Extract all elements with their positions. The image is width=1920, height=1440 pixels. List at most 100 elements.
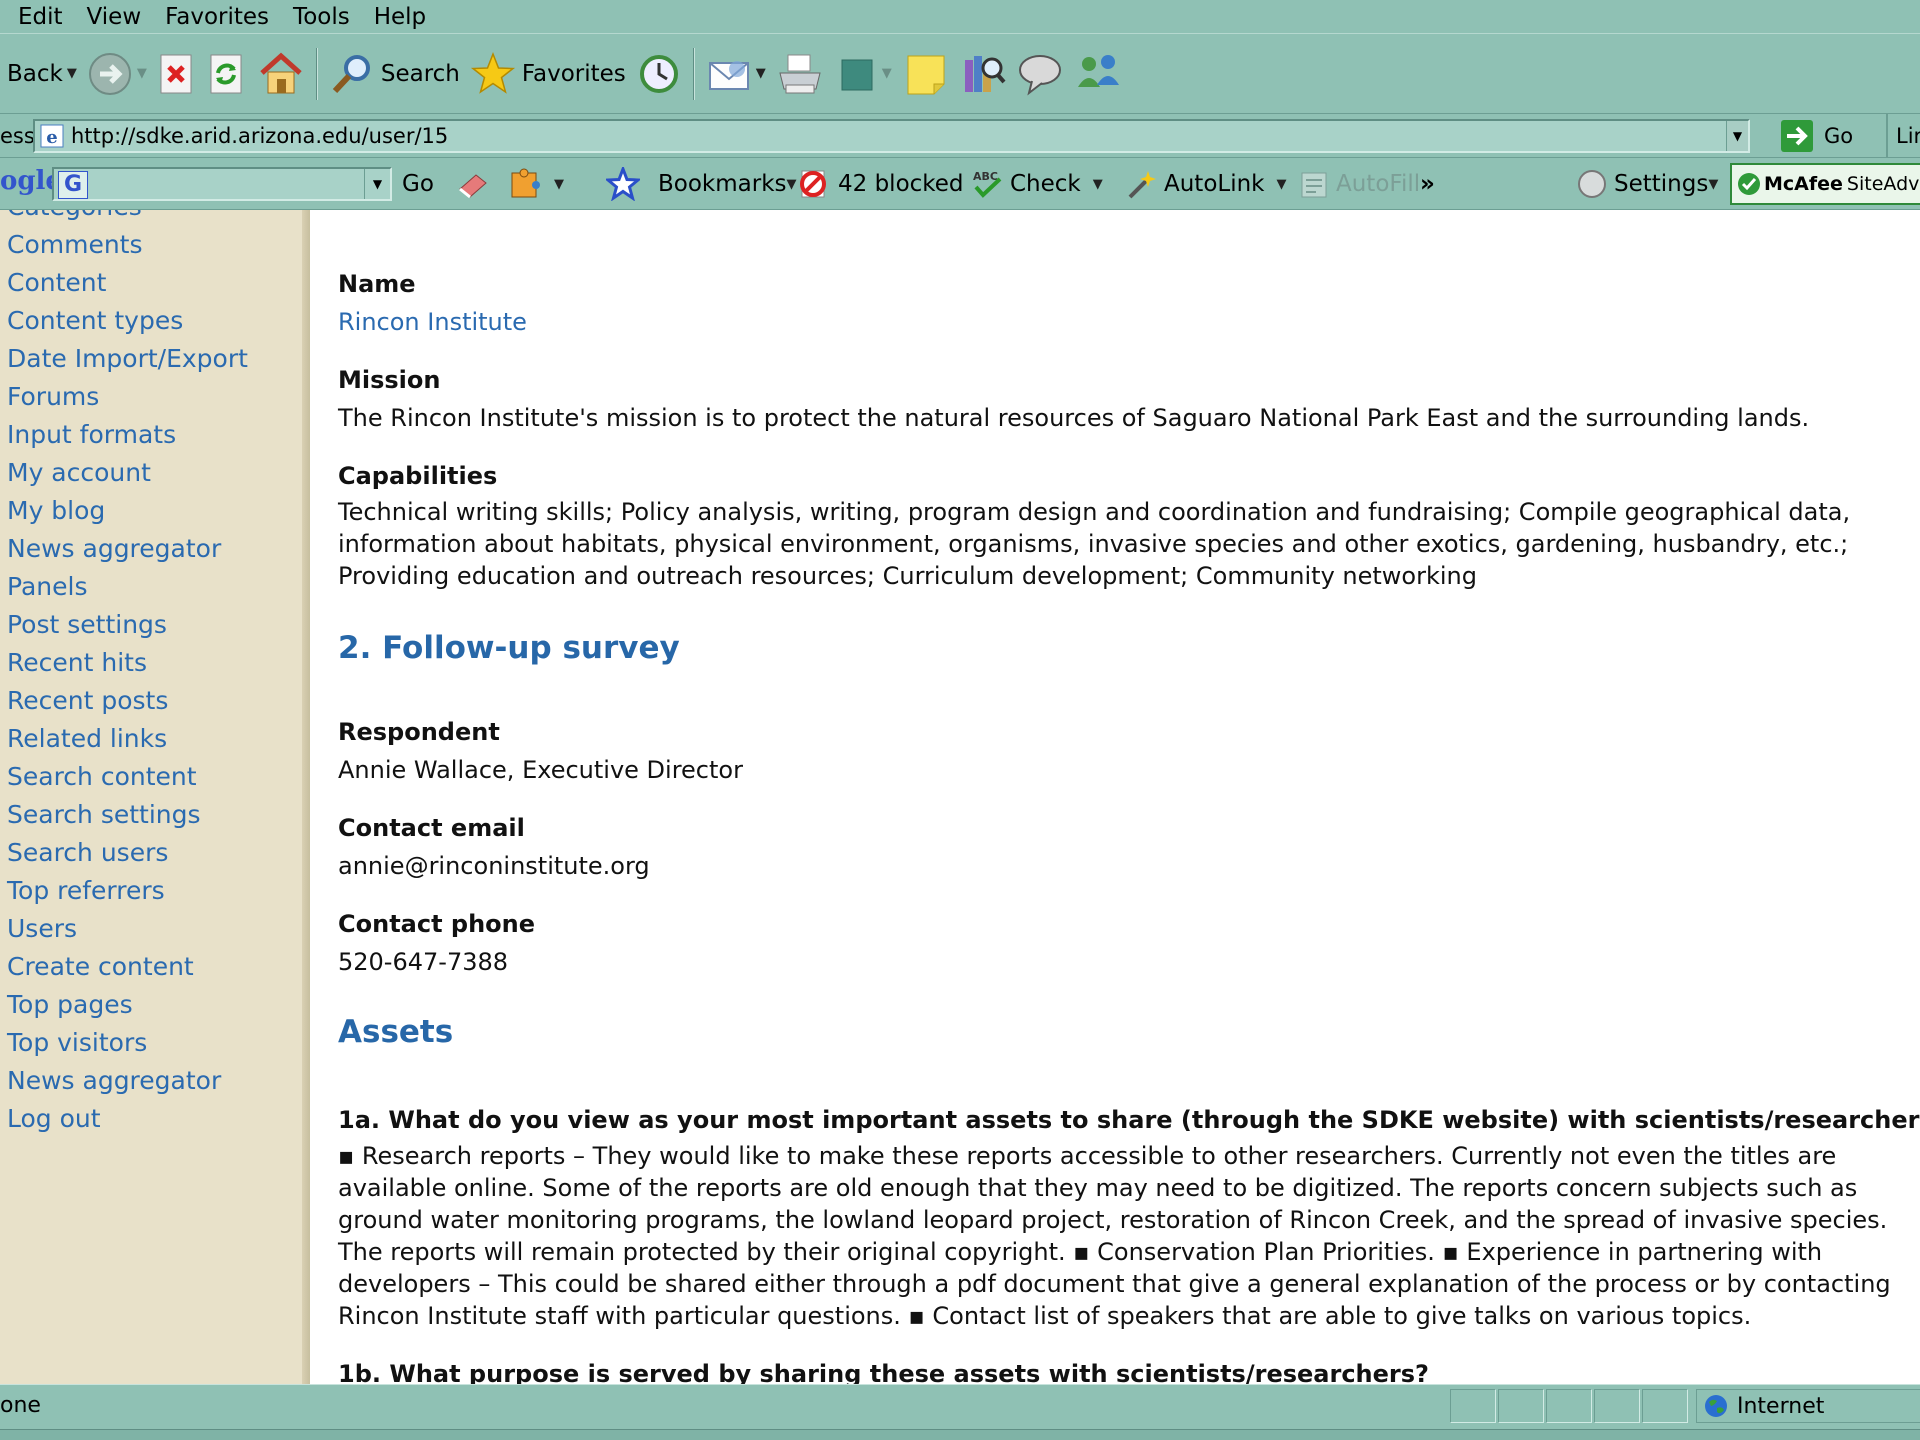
spellcheck-button[interactable]: ABC Check ▼ [970, 158, 1103, 210]
sidebar-item-content[interactable]: Content [7, 264, 248, 302]
popup-options-dropdown-icon[interactable]: ▼ [554, 177, 564, 192]
capabilities-text: Technical writing skills; Policy analysi… [338, 498, 1851, 590]
go-button[interactable]: Go [1780, 114, 1853, 158]
contacts-button[interactable] [1069, 44, 1129, 104]
blocked-count-label: 42 blocked [838, 171, 964, 197]
address-dropdown-icon[interactable]: ▼ [1726, 121, 1748, 151]
popup-options-button[interactable]: ▼ [508, 158, 564, 210]
address-bar: ess e http://sdke.arid.arizona.edu/user/… [0, 114, 1920, 158]
back-button[interactable]: Back ▼ [2, 44, 82, 104]
forward-button[interactable]: ▼ [82, 44, 152, 104]
address-label: ess [0, 124, 35, 148]
menu-view[interactable]: View [75, 0, 154, 34]
sidebar-item-news-aggregator[interactable]: News aggregator [7, 530, 248, 568]
sidebar-item-top-visitors[interactable]: Top visitors [7, 1024, 248, 1062]
sidebar-item-post-settings[interactable]: Post settings [7, 606, 248, 644]
sidebar-item-search-settings[interactable]: Search settings [7, 796, 248, 834]
mcafee-siteadvisor-button[interactable]: McAfee SiteAdvi [1730, 163, 1920, 205]
mail-dropdown-icon[interactable]: ▼ [756, 66, 766, 81]
question-1a: 1a. What do you view as your most import… [338, 1106, 1920, 1134]
status-bar: one Internet [0, 1384, 1920, 1440]
sidebar: Categories Comments Content Content type… [0, 210, 310, 1384]
sticky-note-icon [902, 50, 950, 98]
mail-button[interactable]: ▼ [701, 44, 771, 104]
status-pane [1450, 1389, 1496, 1423]
taskbar-strip [0, 1429, 1920, 1440]
check-dropdown-icon[interactable]: ▼ [1093, 177, 1103, 192]
sidebar-item-input-formats[interactable]: Input formats [7, 416, 248, 454]
eraser-icon [456, 169, 490, 199]
menu-tools[interactable]: Tools [281, 0, 362, 34]
menu-help[interactable]: Help [362, 0, 438, 34]
sidebar-item-my-account[interactable]: My account [7, 454, 248, 492]
sidebar-item-search-users[interactable]: Search users [7, 834, 248, 872]
research-books-icon [960, 50, 1006, 98]
sidebar-item-recent-hits[interactable]: Recent hits [7, 644, 248, 682]
google-options-button[interactable] [456, 158, 490, 210]
address-url: http://sdke.arid.arizona.edu/user/15 [71, 124, 449, 148]
menu-edit[interactable]: Edit [6, 0, 75, 34]
status-text: one [0, 1393, 41, 1418]
print-button[interactable] [771, 44, 829, 104]
research-button[interactable] [955, 44, 1011, 104]
sidebar-item-comments[interactable]: Comments [7, 226, 248, 264]
address-input[interactable]: e http://sdke.arid.arizona.edu/user/15 ▼ [33, 119, 1750, 153]
edit-button[interactable]: ▼ [829, 44, 897, 104]
home-button[interactable] [252, 44, 310, 104]
follow-up-survey-heading: 2. Follow-up survey [338, 630, 680, 666]
favorites-button[interactable]: Favorites [465, 44, 631, 104]
sidebar-item-search-content[interactable]: Search content [7, 758, 248, 796]
status-pane [1642, 1389, 1688, 1423]
sidebar-item-users[interactable]: Users [7, 910, 248, 948]
favorites-label: Favorites [521, 60, 626, 87]
google-search-dropdown-icon[interactable]: ▼ [364, 169, 390, 199]
sidebar-item-create-content[interactable]: Create content [7, 948, 248, 986]
google-go-button[interactable]: Go [402, 158, 434, 210]
back-dropdown-icon[interactable]: ▼ [67, 66, 77, 81]
sidebar-item-news-aggregator-2[interactable]: News aggregator [7, 1062, 248, 1100]
links-label[interactable]: Lir [1886, 114, 1920, 158]
sidebar-item-top-pages[interactable]: Top pages [7, 986, 248, 1024]
svg-text:ABC: ABC [973, 170, 998, 183]
autofill-button[interactable]: AutoFill [1298, 158, 1420, 210]
capabilities-label: Capabilities [338, 462, 498, 490]
autolink-button[interactable]: AutoLink ▼ [1124, 158, 1287, 210]
search-button[interactable]: Search [324, 44, 465, 104]
menu-favorites[interactable]: Favorites [153, 0, 281, 34]
popup-blocker-button[interactable]: 42 blocked [796, 158, 964, 210]
speech-bubble-icon [1016, 51, 1064, 97]
autolink-dropdown-icon[interactable]: ▼ [1277, 177, 1287, 192]
history-button[interactable] [631, 44, 687, 104]
chevron-right-double-icon: » [1420, 171, 1435, 197]
sidebar-item-my-blog[interactable]: My blog [7, 492, 248, 530]
puzzle-icon [508, 167, 542, 201]
sidebar-item-related-links[interactable]: Related links [7, 720, 248, 758]
sidebar-item-top-referrers[interactable]: Top referrers [7, 872, 248, 910]
sidebar-item-forums[interactable]: Forums [7, 378, 248, 416]
refresh-button[interactable] [202, 44, 252, 104]
organization-name-link[interactable]: Rincon Institute [338, 308, 527, 336]
sidebar-item-content-types[interactable]: Content types [7, 302, 248, 340]
edit-dropdown-icon[interactable]: ▼ [882, 66, 892, 81]
sidebar-item-panels[interactable]: Panels [7, 568, 248, 606]
toolbar-overflow-button[interactable]: » [1420, 158, 1435, 210]
main-content[interactable]: Name Rincon Institute Mission The Rincon… [310, 210, 1920, 1384]
messenger-button[interactable] [1011, 44, 1069, 104]
security-zone[interactable]: Internet [1696, 1389, 1920, 1423]
sidebar-item-categories[interactable]: Categories [7, 210, 248, 226]
note-button[interactable] [897, 44, 955, 104]
stop-button[interactable] [152, 44, 202, 104]
stop-icon [157, 52, 197, 96]
question-1b: 1b. What purpose is served by sharing th… [338, 1360, 1429, 1384]
bookmarks-button[interactable]: Bookmarks ▼ [606, 158, 797, 210]
checkmark-circle-icon [1736, 171, 1762, 197]
sidebar-item-log-out[interactable]: Log out [7, 1100, 248, 1138]
sidebar-item-date-import-export[interactable]: Date Import/Export [7, 340, 248, 378]
settings-label: Settings [1614, 171, 1709, 197]
google-g-icon[interactable]: G [58, 171, 88, 199]
ie-page-icon: e [39, 123, 65, 149]
google-search-input[interactable]: G ▼ [52, 167, 392, 201]
sidebar-item-recent-posts[interactable]: Recent posts [7, 682, 248, 720]
google-settings-button[interactable]: Settings ▼ [1576, 158, 1718, 210]
forward-dropdown-icon[interactable]: ▼ [137, 66, 147, 81]
